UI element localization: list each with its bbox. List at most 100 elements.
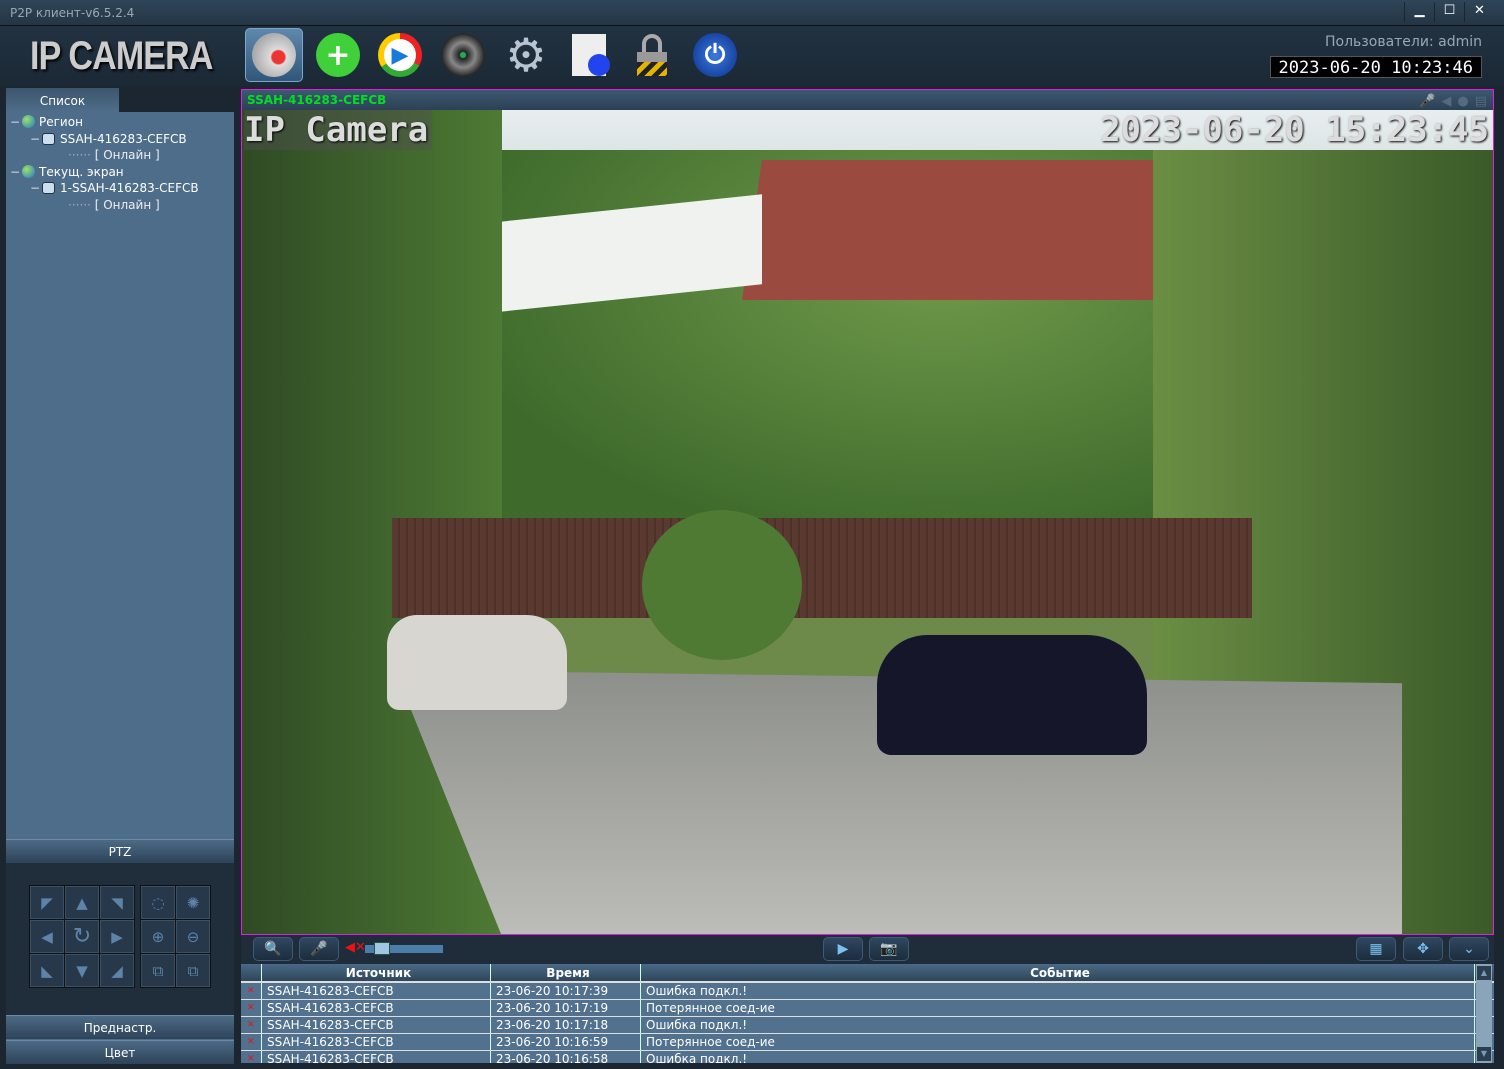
record-icon[interactable]: ● (1457, 92, 1468, 112)
device-status: ······ [ Онлайн ] (68, 148, 160, 162)
color-section-header[interactable]: Цвет (6, 1040, 234, 1064)
collapse-button[interactable]: ⌄ (1449, 937, 1489, 961)
table-header: Источник Время Событие (241, 964, 1494, 983)
osd-timestamp: 2023-06-20 15:23:45 (1100, 110, 1489, 150)
globe-icon (22, 164, 35, 178)
cell-source: SSAH-416283-CEFCB (262, 1034, 491, 1050)
silver-car (387, 615, 567, 710)
cell-event: Ошибка подкл.! (641, 1017, 1475, 1033)
speaker-icon[interactable]: ◀ (1441, 92, 1451, 112)
video-controls: 🔍 🎤 ◀✕ ▶ 📷 ▦ ✥ ⌄ (241, 935, 1494, 964)
volume-slider-thumb[interactable] (374, 942, 391, 955)
close-channel-icon[interactable]: ▤ (1475, 92, 1487, 112)
tab-list[interactable]: Список (6, 88, 119, 112)
current-user: Пользователи: admin (1325, 34, 1482, 50)
ptz-right-button[interactable]: ▶ (100, 920, 134, 953)
focus-far-icon[interactable]: ⧉ (176, 954, 210, 987)
preset-section-header[interactable]: Преднастр. (6, 1015, 234, 1039)
document-icon (572, 34, 610, 76)
tree-device[interactable]: −1-SSAH-416283-CEFCB (10, 180, 199, 197)
ptz-down-right-button[interactable]: ◢ (100, 954, 134, 987)
add-device-button[interactable]: + (309, 28, 367, 82)
cell-time: 23-06-20 10:16:58 (491, 1051, 641, 1063)
ptz-auto-rotate-button[interactable]: ↻ (65, 920, 99, 953)
title-bar: P2P клиент-v6.5.2.4 ▁ ☐ ✕ (0, 0, 1504, 26)
channel-name: SSAH-416283-CEFCB (247, 93, 387, 107)
table-row[interactable]: ✕ SSAH-416283-CEFCB 23-06-20 10:16:59 Потер… (241, 1034, 1494, 1051)
zoom-in-icon[interactable]: ⊕ (141, 920, 175, 953)
toolbar: IP CAMERA + ▶ ⚙ ⏻ Пользователи: admin 20… (0, 26, 1504, 86)
tree-group-region[interactable]: − Регион (10, 114, 199, 131)
digital-zoom-button[interactable]: 🔍 (253, 937, 293, 961)
camera-icon (42, 182, 55, 194)
ptz-section-header[interactable]: PTZ (6, 839, 234, 863)
live-view-button[interactable] (245, 28, 303, 82)
sidebar: Список − Регион − SSAH-416283-CEFCB ······… (6, 88, 234, 1064)
cell-event: Ошибка подкл.! (641, 1051, 1475, 1063)
table-row[interactable]: ✕ SSAH-416283-CEFCB 23-06-20 10:17:18 Ошибк… (241, 1017, 1494, 1034)
camera-icon (42, 132, 55, 145)
ptz-up-right-button[interactable]: ◥ (100, 886, 134, 919)
fullscreen-button[interactable]: ✥ (1403, 937, 1443, 961)
playback-button[interactable]: ▶ (371, 28, 429, 82)
minimize-button[interactable]: ▁ (1404, 2, 1434, 22)
cell-time: 23-06-20 10:17:18 (491, 1017, 641, 1033)
cell-time: 23-06-20 10:16:59 (491, 1034, 641, 1050)
device-status: ······ [ Онлайн ] (68, 197, 160, 212)
microphone-icon[interactable]: 🎤 (1419, 92, 1435, 112)
video-feed[interactable]: IP Camera 2023-06-20 15:23:45 (242, 110, 1493, 934)
lock-button[interactable] (623, 28, 681, 82)
cell-source: SSAH-416283-CEFCB (262, 983, 491, 999)
system-clock: 2023-06-20 10:23:46 (1269, 56, 1482, 78)
zoom-out-icon[interactable]: ⊖ (176, 920, 210, 953)
ptz-control-button[interactable] (434, 28, 492, 82)
close-button[interactable]: ✕ (1464, 2, 1494, 22)
video-panel: SSAH-416283-CEFCB 🎤 ◀ ● ▤ IP Camera 2023-06… (241, 89, 1494, 935)
dark-car (877, 635, 1147, 755)
reel-icon (441, 33, 485, 77)
ptz-down-left-button[interactable]: ◣ (30, 954, 64, 987)
column-source[interactable]: Источник (262, 964, 491, 981)
cell-source: SSAH-416283-CEFCB (262, 1051, 491, 1063)
disconnect-icon: ✕ (241, 1051, 262, 1063)
mute-icon[interactable]: ◀✕ (345, 940, 366, 955)
plus-icon: + (316, 33, 360, 77)
ptz-up-left-button[interactable]: ◤ (30, 886, 64, 919)
disconnect-icon: ✕ (241, 1034, 262, 1050)
record-video-button[interactable]: ▶ (823, 937, 863, 961)
tree-group-current-screen[interactable]: − Текущ. экран (10, 164, 199, 181)
event-log-table: Источник Время Событие ✕ SSAH-416283-CEFC… (241, 964, 1494, 1063)
iris-close-icon[interactable]: ◌ (141, 886, 175, 919)
cell-time: 23-06-20 10:17:39 (491, 983, 641, 999)
iris-open-icon[interactable]: ✺ (176, 886, 210, 919)
maximize-button[interactable]: ☐ (1434, 2, 1464, 22)
talk-button[interactable]: 🎤 (299, 937, 339, 961)
ptz-up-button[interactable]: ▲ (65, 886, 99, 919)
table-row[interactable]: ✕ SSAH-416283-CEFCB 23-06-20 10:16:58 Ошибк… (241, 1051, 1494, 1063)
table-row[interactable]: ✕ SSAH-416283-CEFCB 23-06-20 10:17:39 Ошибк… (241, 983, 1494, 1000)
exit-button[interactable]: ⏻ (686, 28, 744, 82)
ptz-panel: ◤ ▲ ◥ ◀ ↻ ▶ ◣ ▼ ◢ ◌ ✺ ⊕ ⊖ ⧉ ⧉ (6, 863, 234, 1015)
column-event[interactable]: Событие (641, 964, 1475, 981)
cell-event: Потерянное соед-ие (641, 1000, 1475, 1016)
log-button[interactable] (560, 28, 618, 82)
ptz-down-button[interactable]: ▼ (65, 954, 99, 987)
cell-source: SSAH-416283-CEFCB (262, 1017, 491, 1033)
table-row[interactable]: ✕ SSAH-416283-CEFCB 23-06-20 10:17:19 Потер… (241, 1000, 1494, 1017)
tree-device[interactable]: − SSAH-416283-CEFCB (10, 131, 199, 148)
settings-button[interactable]: ⚙ (497, 28, 555, 82)
cell-time: 23-06-20 10:17:19 (491, 1000, 641, 1016)
window-title: P2P клиент-v6.5.2.4 (10, 6, 135, 20)
snapshot-button[interactable]: 📷 (869, 937, 909, 961)
focus-near-icon[interactable]: ⧉ (141, 954, 175, 987)
gear-icon: ⚙ (505, 28, 547, 82)
event-scrollbar[interactable]: ▲ ▼ (1476, 964, 1492, 1063)
disconnect-icon: ✕ (241, 983, 262, 999)
osd-camera-name: IP Camera (244, 110, 433, 150)
disconnect-icon: ✕ (241, 1000, 262, 1016)
ptz-left-button[interactable]: ◀ (30, 920, 64, 953)
play-icon: ▶ (378, 33, 422, 77)
cell-source: SSAH-416283-CEFCB (262, 1000, 491, 1016)
layout-grid-button[interactable]: ▦ (1356, 937, 1396, 961)
column-time[interactable]: Время (491, 964, 641, 981)
